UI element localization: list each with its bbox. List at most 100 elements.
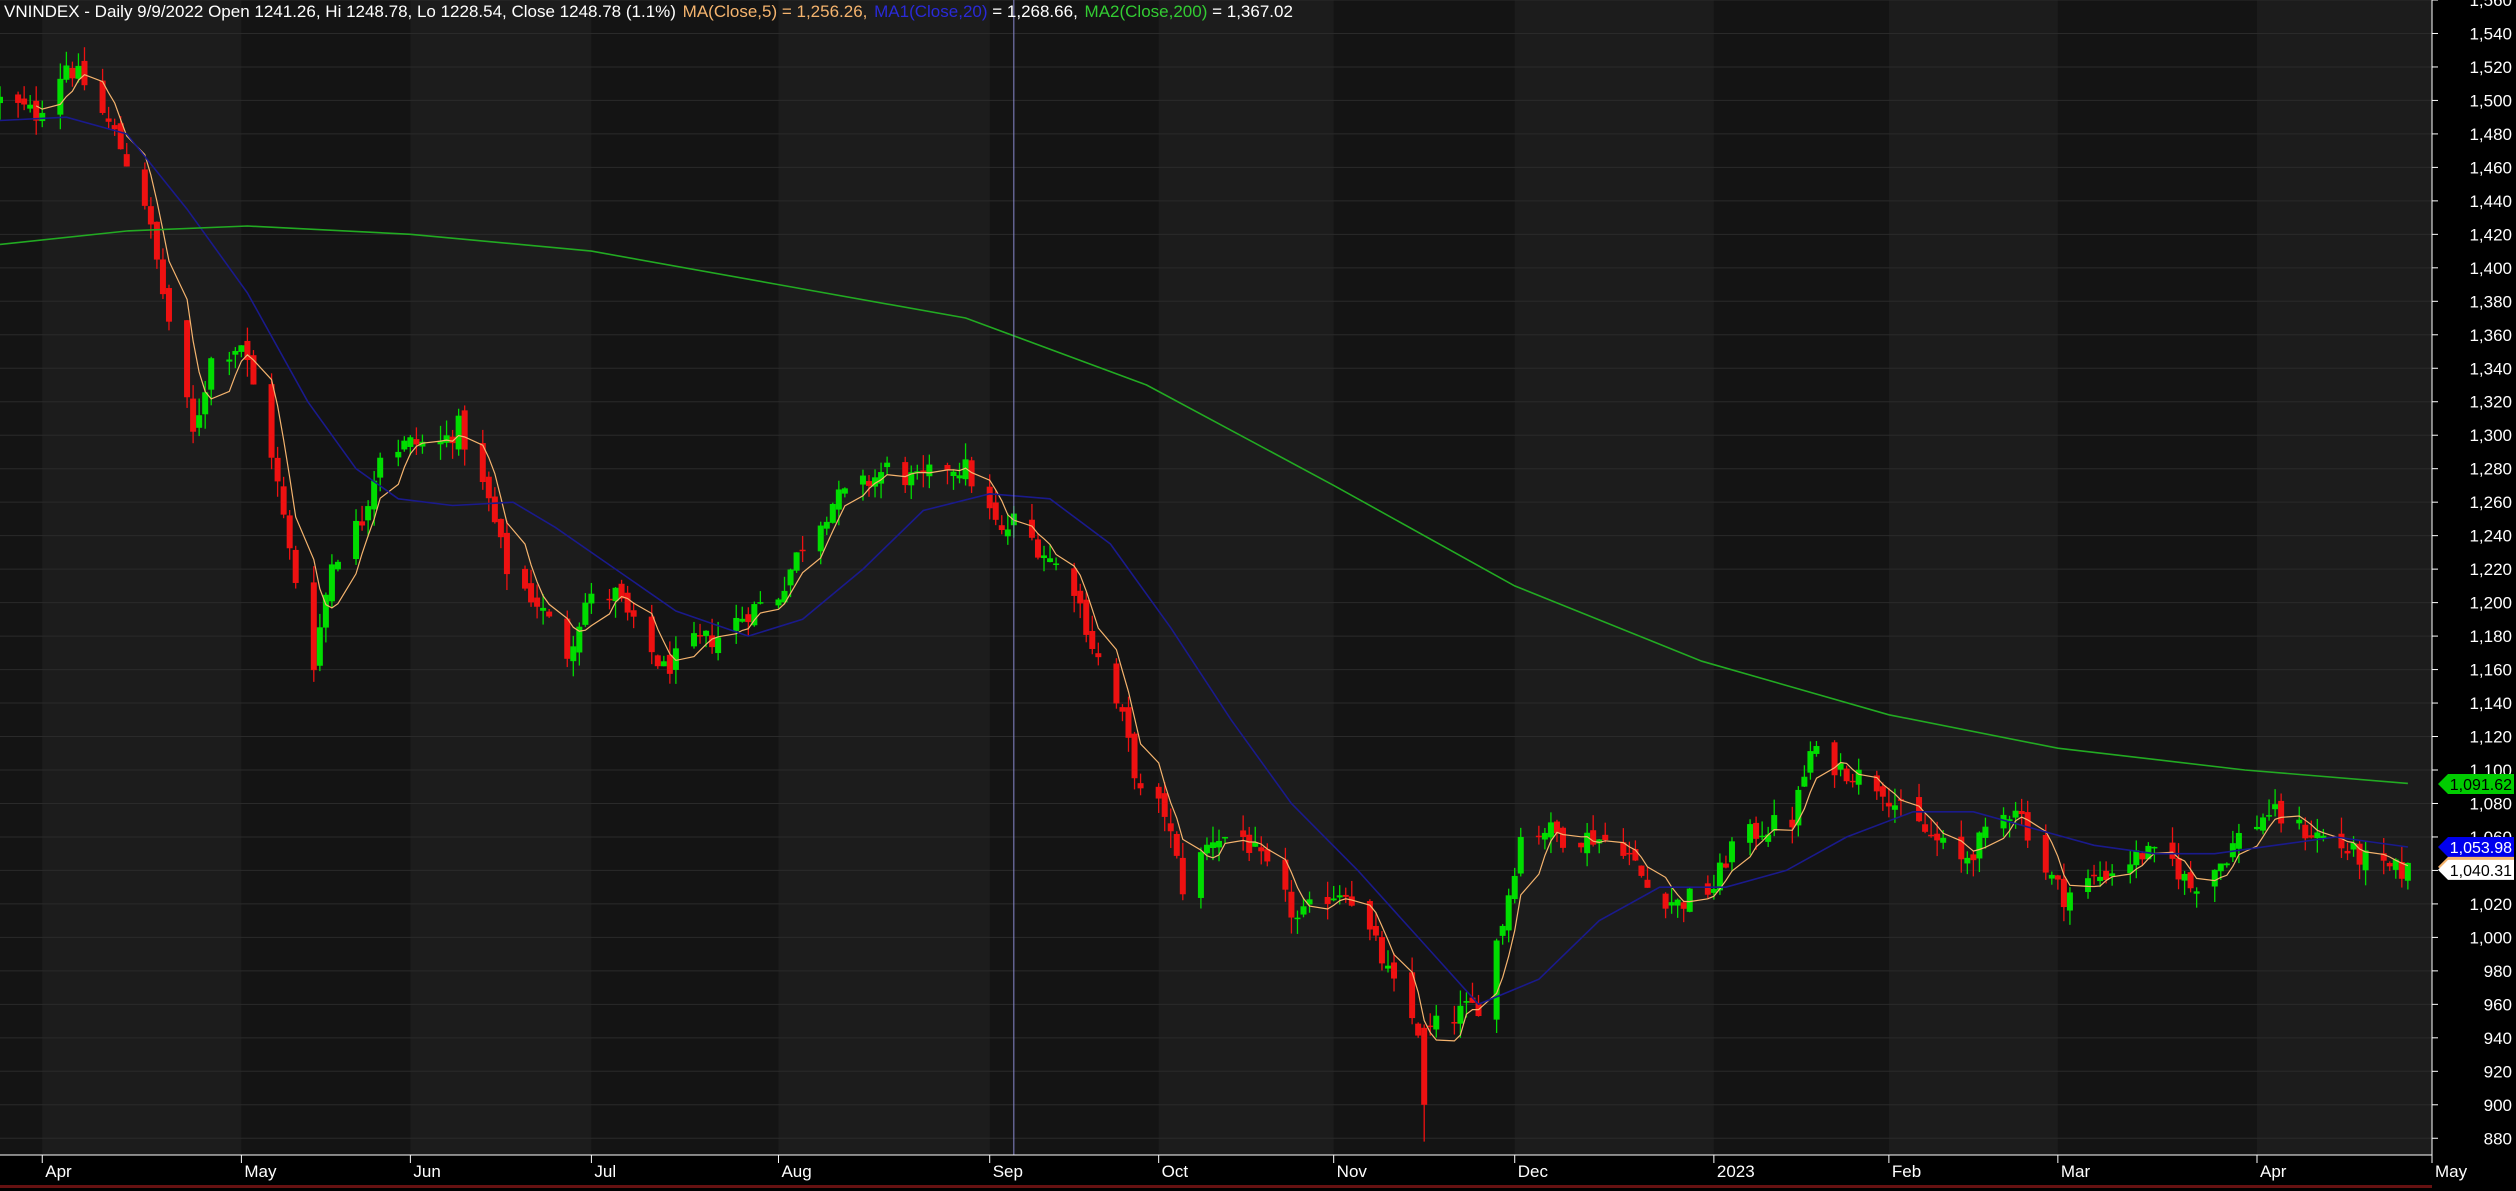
candle-body [1222,836,1229,839]
candle-body [334,561,341,570]
candle-body [2350,842,2357,850]
candle-body [461,410,468,450]
candle-body [866,481,873,486]
candle-body [69,67,76,79]
symbol-info: VNINDEX - Daily 9/9/2022 Open 1241.26, H… [4,2,676,21]
candle-body [2097,876,2104,882]
candle-body [238,345,245,352]
month-band [1514,0,1714,1155]
candle-body [1089,630,1096,649]
candle-body [75,65,82,79]
candle-body [2139,853,2146,860]
candle-body [1451,1022,1458,1024]
candle-body [1391,962,1398,979]
candle-body [1179,857,1186,895]
candle-body [1125,707,1132,738]
candle-body [1602,834,1609,841]
candle-body [1813,746,1820,754]
candle-body [196,415,203,428]
candle-body [690,633,697,647]
candle-body [21,98,28,105]
x-tick-label: Oct [1162,1162,1189,1181]
candle-body [570,646,577,662]
candle-body [0,96,3,104]
candle-body [1710,888,1717,893]
candle-body [1330,898,1337,901]
candle-body [1668,902,1675,906]
candle-body [1047,558,1054,563]
candle-body [787,569,794,586]
candle-body [606,598,613,601]
candle-body [835,489,842,510]
candle-body [1976,832,1983,859]
candle-body [1771,815,1778,831]
candle-body [926,464,933,477]
candle-body [232,350,239,355]
candle-body [280,486,287,515]
candle-body [353,520,360,560]
candle-body [902,462,909,486]
candle-body [829,503,836,523]
candle-body [534,597,541,607]
candle-body [1077,590,1084,604]
y-tick-label: 1,460 [2469,158,2512,177]
chart-header: VNINDEX - Daily 9/9/2022 Open 1241.26, H… [4,2,1295,22]
value-tag-label: 1,040.31 [2450,863,2512,880]
y-tick-label: 1,300 [2469,426,2512,445]
candlestick-chart[interactable]: 8809009209409609801,0001,0201,0401,0601,… [0,0,2516,1191]
candle-body [105,118,112,122]
candle-body [2012,810,2019,818]
candle-body [823,521,830,529]
candle-body [407,437,414,447]
candle-body [485,476,492,499]
y-tick-label: 1,480 [2469,125,2512,144]
y-tick-label: 1,400 [2469,259,2512,278]
candle-body [33,100,40,121]
candle-body [491,496,498,523]
candle-body [648,616,655,653]
candle-body [666,654,673,674]
candle-body [1463,1001,1470,1003]
y-tick-label: 1,080 [2469,794,2512,813]
candle-body [2296,819,2303,824]
y-tick-label: 880 [2484,1129,2512,1148]
y-tick-label: 1,320 [2469,393,2512,412]
candle-body [956,475,963,479]
candle-body [1704,883,1711,895]
candle-body [1137,783,1144,789]
ma200-legend-label: MA2(Close,200) [1084,2,1208,21]
candle-body [57,78,64,115]
candle-body [1246,834,1253,853]
x-tick-label: 2023 [1717,1162,1755,1181]
candle-body [1499,925,1506,936]
candle-body [359,521,366,526]
candle-body [1384,965,1391,969]
candle-body [624,592,631,613]
candle-body [1493,940,1500,1020]
candle-body [208,358,215,390]
x-tick-label: Jul [594,1162,616,1181]
y-tick-label: 1,500 [2469,91,2512,110]
candle-body [817,525,824,552]
candle-body [654,655,661,667]
ma20-legend-value: = 1,268.66, [987,2,1078,21]
candle-body [697,635,704,637]
candle-body [1662,893,1669,909]
y-tick-label: 920 [2484,1062,2512,1081]
x-tick-label: Sep [993,1162,1023,1181]
x-tick-label: Apr [45,1162,72,1181]
candle-body [1891,805,1898,810]
candle-body [395,451,402,458]
candle-body [1831,742,1838,776]
candle-body [739,618,746,622]
candle-body [316,627,323,666]
x-tick-label: Nov [1337,1162,1368,1181]
candle-body [950,471,957,477]
x-tick-label: Aug [781,1162,811,1181]
candle-body [660,661,667,667]
y-tick-label: 1,360 [2469,326,2512,345]
candle-body [27,104,34,109]
candle-body [1197,852,1204,898]
candle-body [202,392,209,415]
month-bands [0,0,2516,1191]
